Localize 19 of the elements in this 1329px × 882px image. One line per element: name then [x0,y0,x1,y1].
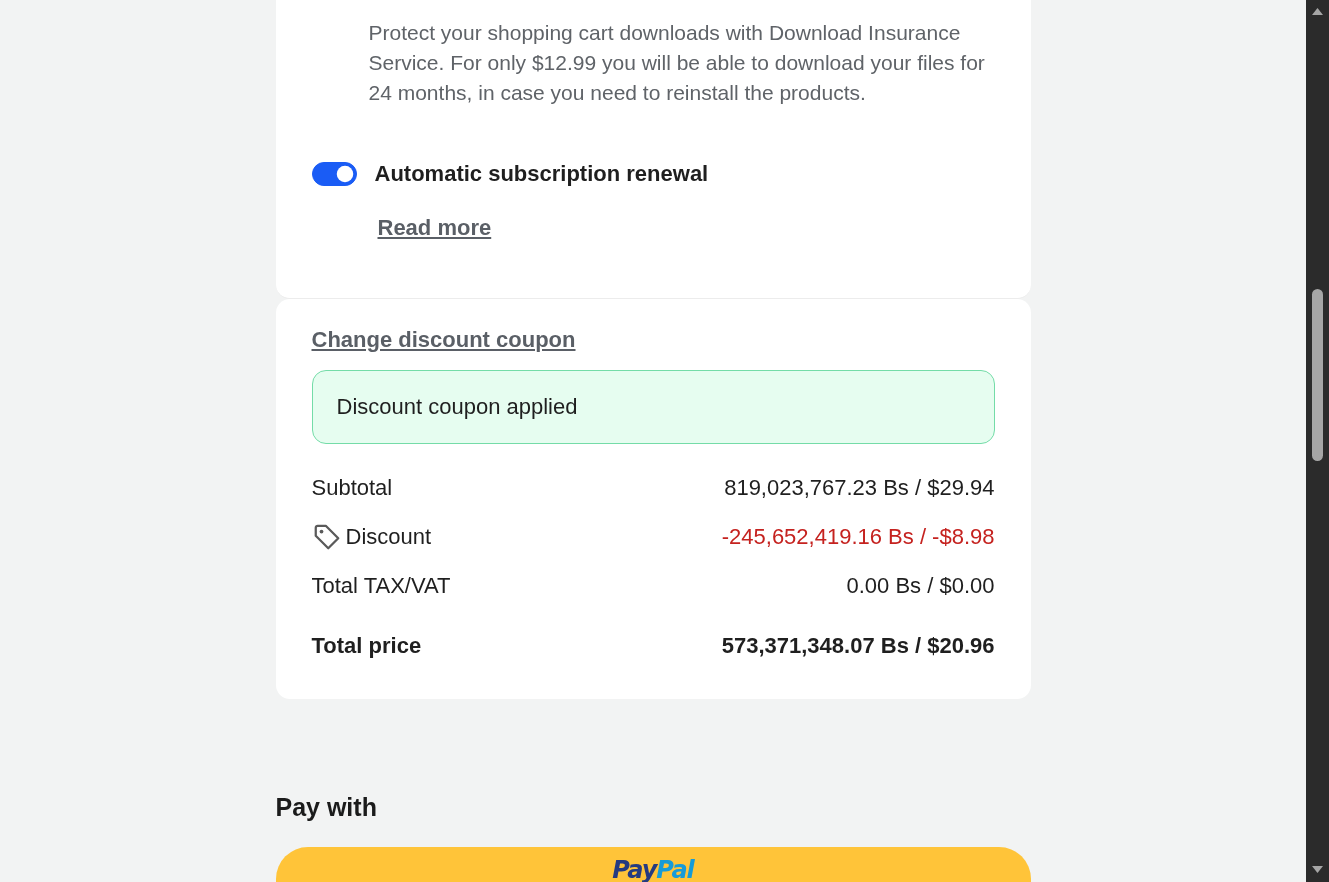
summary-label: Total TAX/VAT [311,572,451,600]
read-more-link[interactable]: Read more [377,214,492,242]
insurance-description: Protect your shopping cart downloads with Download Insurance Service. For only $12.99 you will be able to download your files for 24 months, in case you need to reinstall the products. [368,20,986,106]
renewal-toggle[interactable] [311,162,357,186]
summary-label: Discount [345,523,432,551]
pay-with-heading: Pay with [275,793,378,821]
scroll-up-icon[interactable] [1312,8,1323,15]
scrollbar[interactable] [1306,0,1329,882]
toggle-label: Automatic subscription renewal [374,160,709,188]
scroll-down-icon[interactable] [1312,866,1323,873]
coupon-applied-alert: Discount coupon applied [311,370,995,444]
change-coupon-link[interactable]: Change discount coupon [311,326,576,354]
summary-value: -245,652,419.16 Bs / -$8.98 [721,523,995,551]
summary-label: Total price [311,632,422,660]
summary-value: 573,371,348.07 Bs / $20.96 [721,632,995,660]
scrollbar-thumb[interactable] [1312,289,1323,461]
summary-label: Subtotal [311,474,393,502]
summary-value: 819,023,767.23 Bs / $29.94 [724,474,995,502]
summary-value: 0.00 Bs / $0.00 [846,572,995,600]
